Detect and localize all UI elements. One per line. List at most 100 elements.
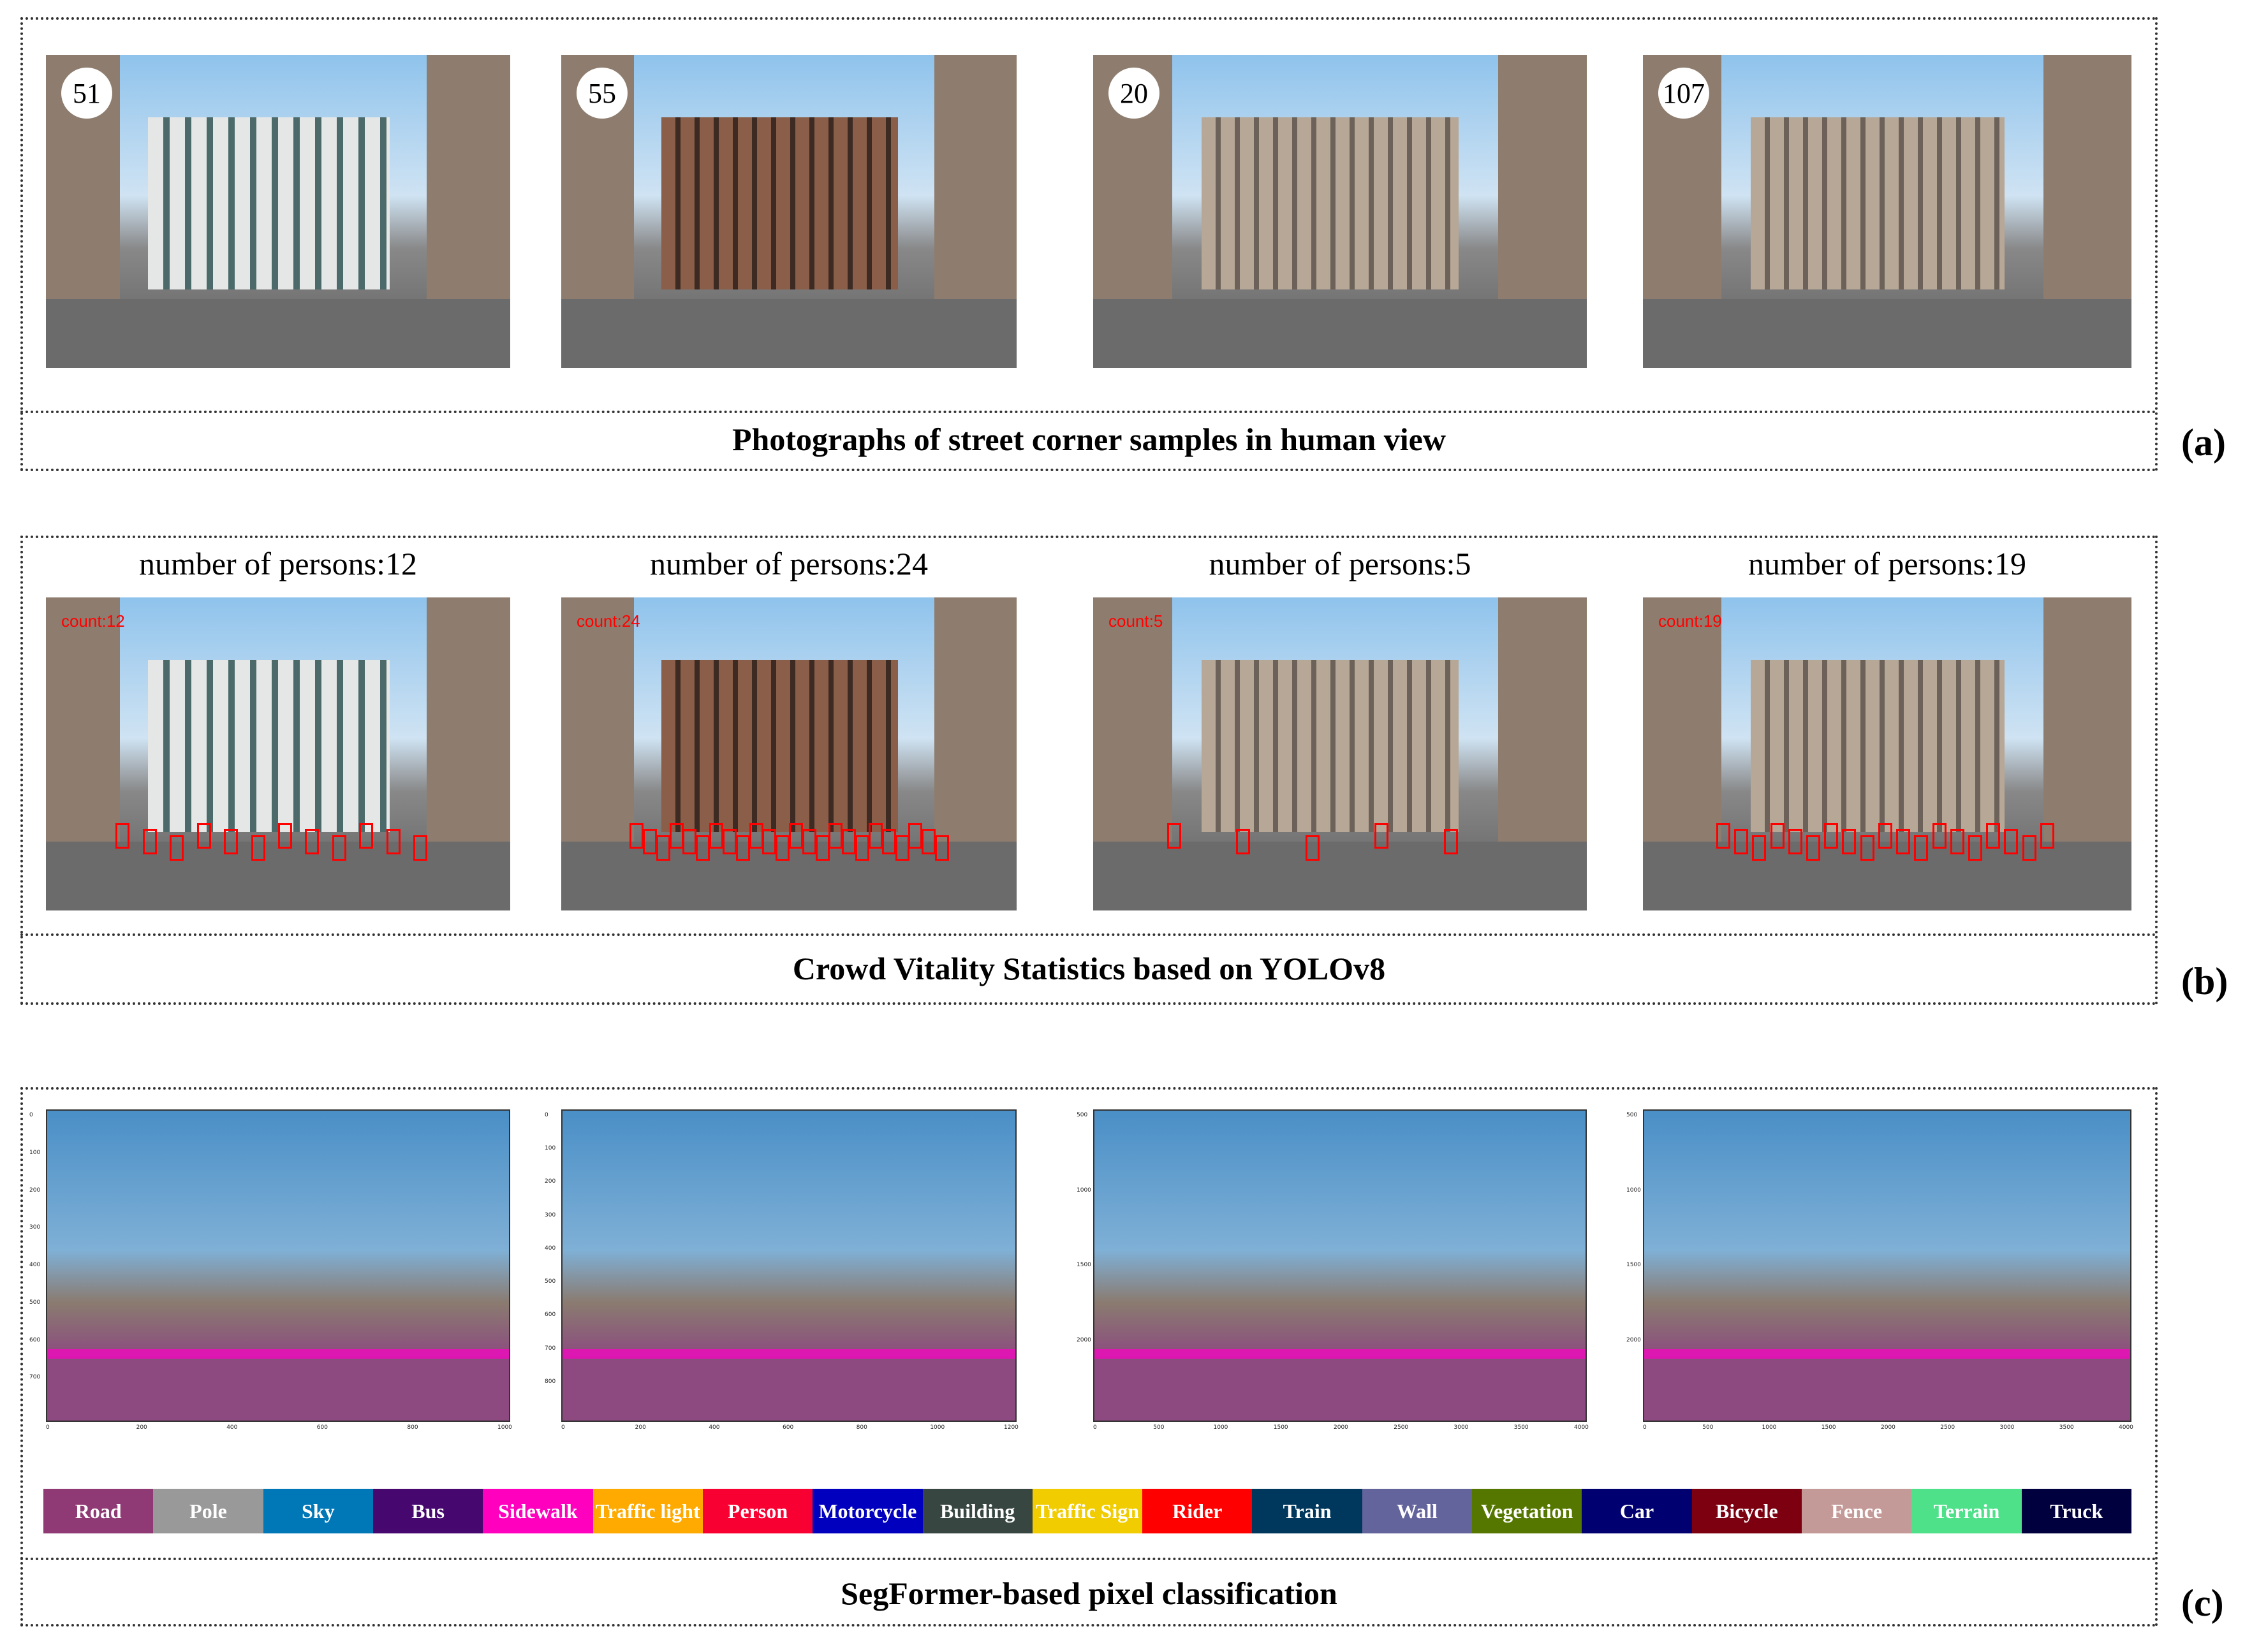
person-bounding-box [115, 822, 130, 849]
person-bounding-box [682, 829, 697, 855]
x-tick-label: 3500 [2059, 1424, 2074, 1431]
legend-item: Truck [2021, 1489, 2131, 1533]
road [1643, 298, 2131, 368]
y-tick-label: 700 [545, 1345, 556, 1352]
persons-count-title: number of persons:24 [649, 546, 929, 581]
panel-a-caption: Photographs of street corner samples in … [732, 421, 1446, 457]
person-bounding-box [802, 829, 816, 855]
detection-photo: count:19 [1643, 597, 2131, 910]
person-bounding-box [386, 829, 401, 855]
road [46, 841, 510, 910]
sidewalk-mask [47, 1349, 509, 1359]
legend-item: Vegetation [1472, 1489, 1582, 1533]
x-tick-label: 1000 [497, 1424, 512, 1431]
x-tick-label: 800 [856, 1424, 867, 1431]
person-bounding-box [1806, 835, 1820, 861]
panel-b-label: (b) [2181, 960, 2228, 1002]
person-bounding-box [828, 822, 843, 849]
legend-item: Sky [263, 1489, 373, 1533]
person-bounding-box [881, 829, 896, 855]
y-tick-label: 500 [29, 1299, 41, 1306]
count-label: count:19 [1658, 611, 1722, 631]
person-bounding-box [1932, 822, 1947, 849]
legend-item: Car [1582, 1489, 1692, 1533]
person-bounding-box [1770, 822, 1785, 849]
person-bounding-box [762, 829, 777, 855]
road [1643, 841, 2131, 910]
side-building [426, 55, 510, 305]
person-bounding-box [842, 829, 857, 855]
count-label: count:12 [61, 611, 125, 631]
y-tick-label: 0 [29, 1112, 33, 1118]
y-tick-label: 2000 [1626, 1336, 1641, 1343]
panel-c-divider [20, 1558, 2158, 1560]
person-bounding-box [2022, 835, 2036, 861]
side-building [2043, 597, 2131, 848]
person-bounding-box [1968, 835, 1982, 861]
person-bounding-box [1878, 822, 1892, 849]
road [1093, 298, 1587, 368]
person-bounding-box [1896, 829, 1911, 855]
x-tick-label: 2500 [1940, 1424, 1955, 1431]
x-tick-label: 1000 [930, 1424, 945, 1431]
segmentation-image [561, 1109, 1017, 1422]
person-bounding-box [669, 822, 684, 849]
side-building [426, 597, 510, 848]
side-building [934, 597, 1017, 848]
x-tick-label: 800 [407, 1424, 418, 1431]
legend-item: Rider [1142, 1489, 1253, 1533]
person-bounding-box [224, 829, 239, 855]
person-bounding-box [1443, 829, 1458, 855]
persons-count-title: number of persons:19 [1748, 546, 2027, 581]
x-tick-label: 0 [561, 1424, 565, 1431]
road [561, 298, 1017, 368]
side-building [2043, 55, 2131, 305]
person-bounding-box [735, 835, 750, 861]
y-tick-label: 200 [545, 1178, 556, 1185]
sample-id-badge: 51 [61, 68, 112, 119]
person-bounding-box [2004, 829, 2019, 855]
x-tick-label: 1000 [1213, 1424, 1228, 1431]
sidewalk-mask [1644, 1349, 2130, 1359]
street-photo: 51 [46, 55, 510, 368]
side-building [46, 597, 121, 848]
x-tick-label: 1500 [1821, 1424, 1836, 1431]
person-bounding-box [696, 835, 710, 861]
person-bounding-box [1716, 822, 1730, 849]
person-bounding-box [629, 822, 644, 849]
class-legend: Road Pole Sky Bus Sidewalk Traffic light Perso… [43, 1489, 2131, 1533]
x-tick-label: 3500 [1513, 1424, 1529, 1431]
person-bounding-box [332, 835, 346, 861]
person-bounding-box [749, 822, 763, 849]
person-bounding-box [1752, 835, 1767, 861]
person-bounding-box [196, 822, 211, 849]
x-tick-label: 4000 [2119, 1424, 2133, 1431]
legend-item: Person [702, 1489, 813, 1533]
corner-building [1750, 117, 2005, 290]
corner-building [1750, 660, 2005, 833]
sample-id-badge: 20 [1108, 68, 1159, 119]
panel-a-label: (a) [2181, 421, 2226, 464]
person-bounding-box [1236, 829, 1251, 855]
person-bounding-box [1167, 822, 1182, 849]
side-building [1498, 597, 1587, 848]
person-bounding-box [656, 835, 670, 861]
legend-item: Bicycle [1691, 1489, 1802, 1533]
x-tick-label: 3000 [1999, 1424, 2015, 1431]
panel-c-label: (c) [2181, 1582, 2224, 1624]
legend-item: Train [1252, 1489, 1362, 1533]
side-building [934, 55, 1017, 305]
person-bounding-box [908, 822, 923, 849]
persons-count-title: number of persons:5 [1209, 546, 1471, 581]
x-tick-label: 600 [316, 1424, 328, 1431]
street-photo: 20 [1093, 55, 1587, 368]
x-tick-label: 0 [46, 1424, 50, 1431]
segmentation-image [46, 1109, 510, 1422]
person-bounding-box [1824, 822, 1839, 849]
side-building [561, 597, 635, 848]
sample-id-badge: 55 [577, 68, 628, 119]
x-tick-label: 200 [136, 1424, 147, 1431]
corner-building [148, 660, 390, 833]
person-bounding-box [1788, 829, 1802, 855]
segmentation-image [1643, 1109, 2131, 1422]
